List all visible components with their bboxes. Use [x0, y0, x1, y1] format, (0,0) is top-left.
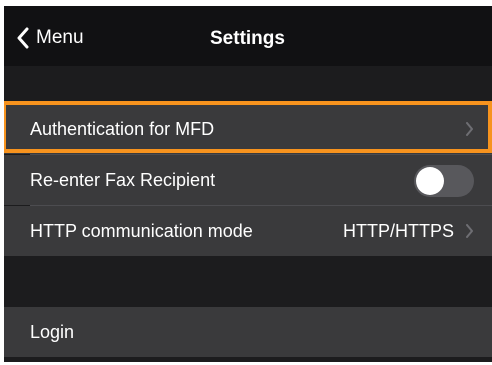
section-gap — [4, 66, 492, 104]
back-button-label: Menu — [36, 27, 84, 48]
setting-label: Re-enter Fax Recipient — [30, 169, 216, 190]
setting-row-authentication-for-mfd[interactable]: Authentication for MFD — [4, 104, 492, 154]
setting-row-re-enter-fax-recipient: Re-enter Fax Recipient — [4, 155, 492, 205]
setting-label: Authentication for MFD — [30, 118, 215, 139]
toggle-knob — [416, 167, 444, 195]
setting-label: HTTP communication mode — [30, 220, 253, 241]
section-gap — [4, 256, 492, 306]
settings-screen: Menu Settings Authentication for MFD Re-… — [4, 6, 492, 362]
setting-label: Login — [30, 321, 75, 342]
navigation-bar: Menu Settings — [4, 6, 492, 66]
chevron-right-icon — [465, 224, 474, 243]
setting-value: HTTP/HTTPS — [343, 220, 454, 241]
page-title: Settings — [210, 28, 285, 49]
setting-row-login[interactable]: Login — [4, 307, 492, 357]
back-button[interactable]: Menu — [16, 26, 84, 50]
fax-recipient-toggle[interactable] — [414, 165, 474, 197]
chevron-left-icon — [16, 27, 30, 49]
setting-row-http-communication-mode[interactable]: HTTP communication mode HTTP/HTTPS — [4, 206, 492, 256]
chevron-right-icon — [465, 122, 474, 141]
